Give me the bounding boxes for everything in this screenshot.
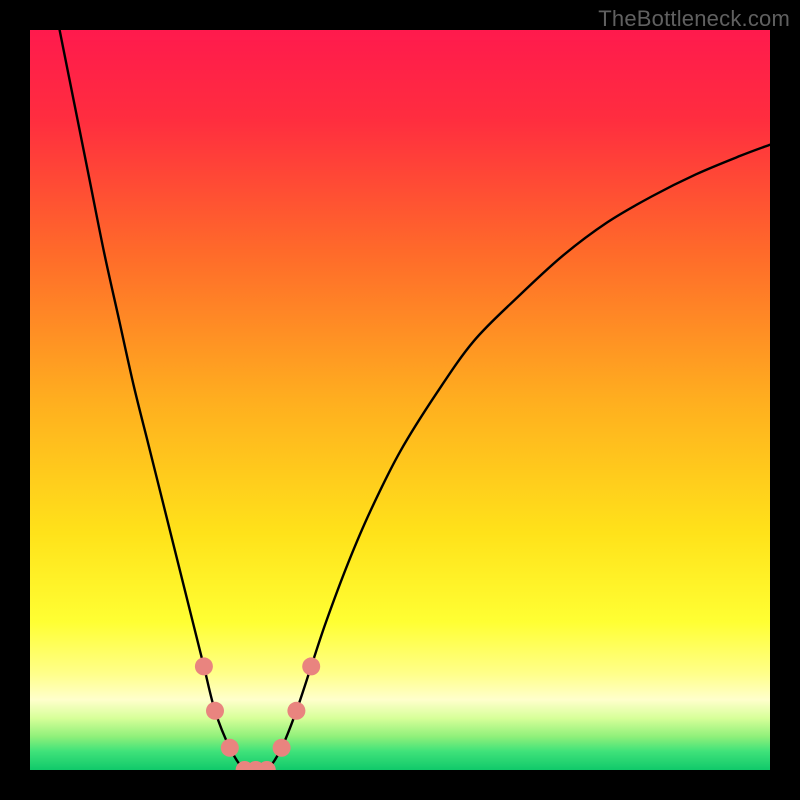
highlight-point [302,657,320,675]
watermark-text: TheBottleneck.com [598,6,790,32]
highlight-point [195,657,213,675]
chart-background [30,30,770,770]
chart-plot [30,30,770,770]
chart-frame: TheBottleneck.com [0,0,800,800]
highlight-point [206,702,224,720]
highlight-point [287,702,305,720]
highlight-point [273,739,291,757]
highlight-point [221,739,239,757]
